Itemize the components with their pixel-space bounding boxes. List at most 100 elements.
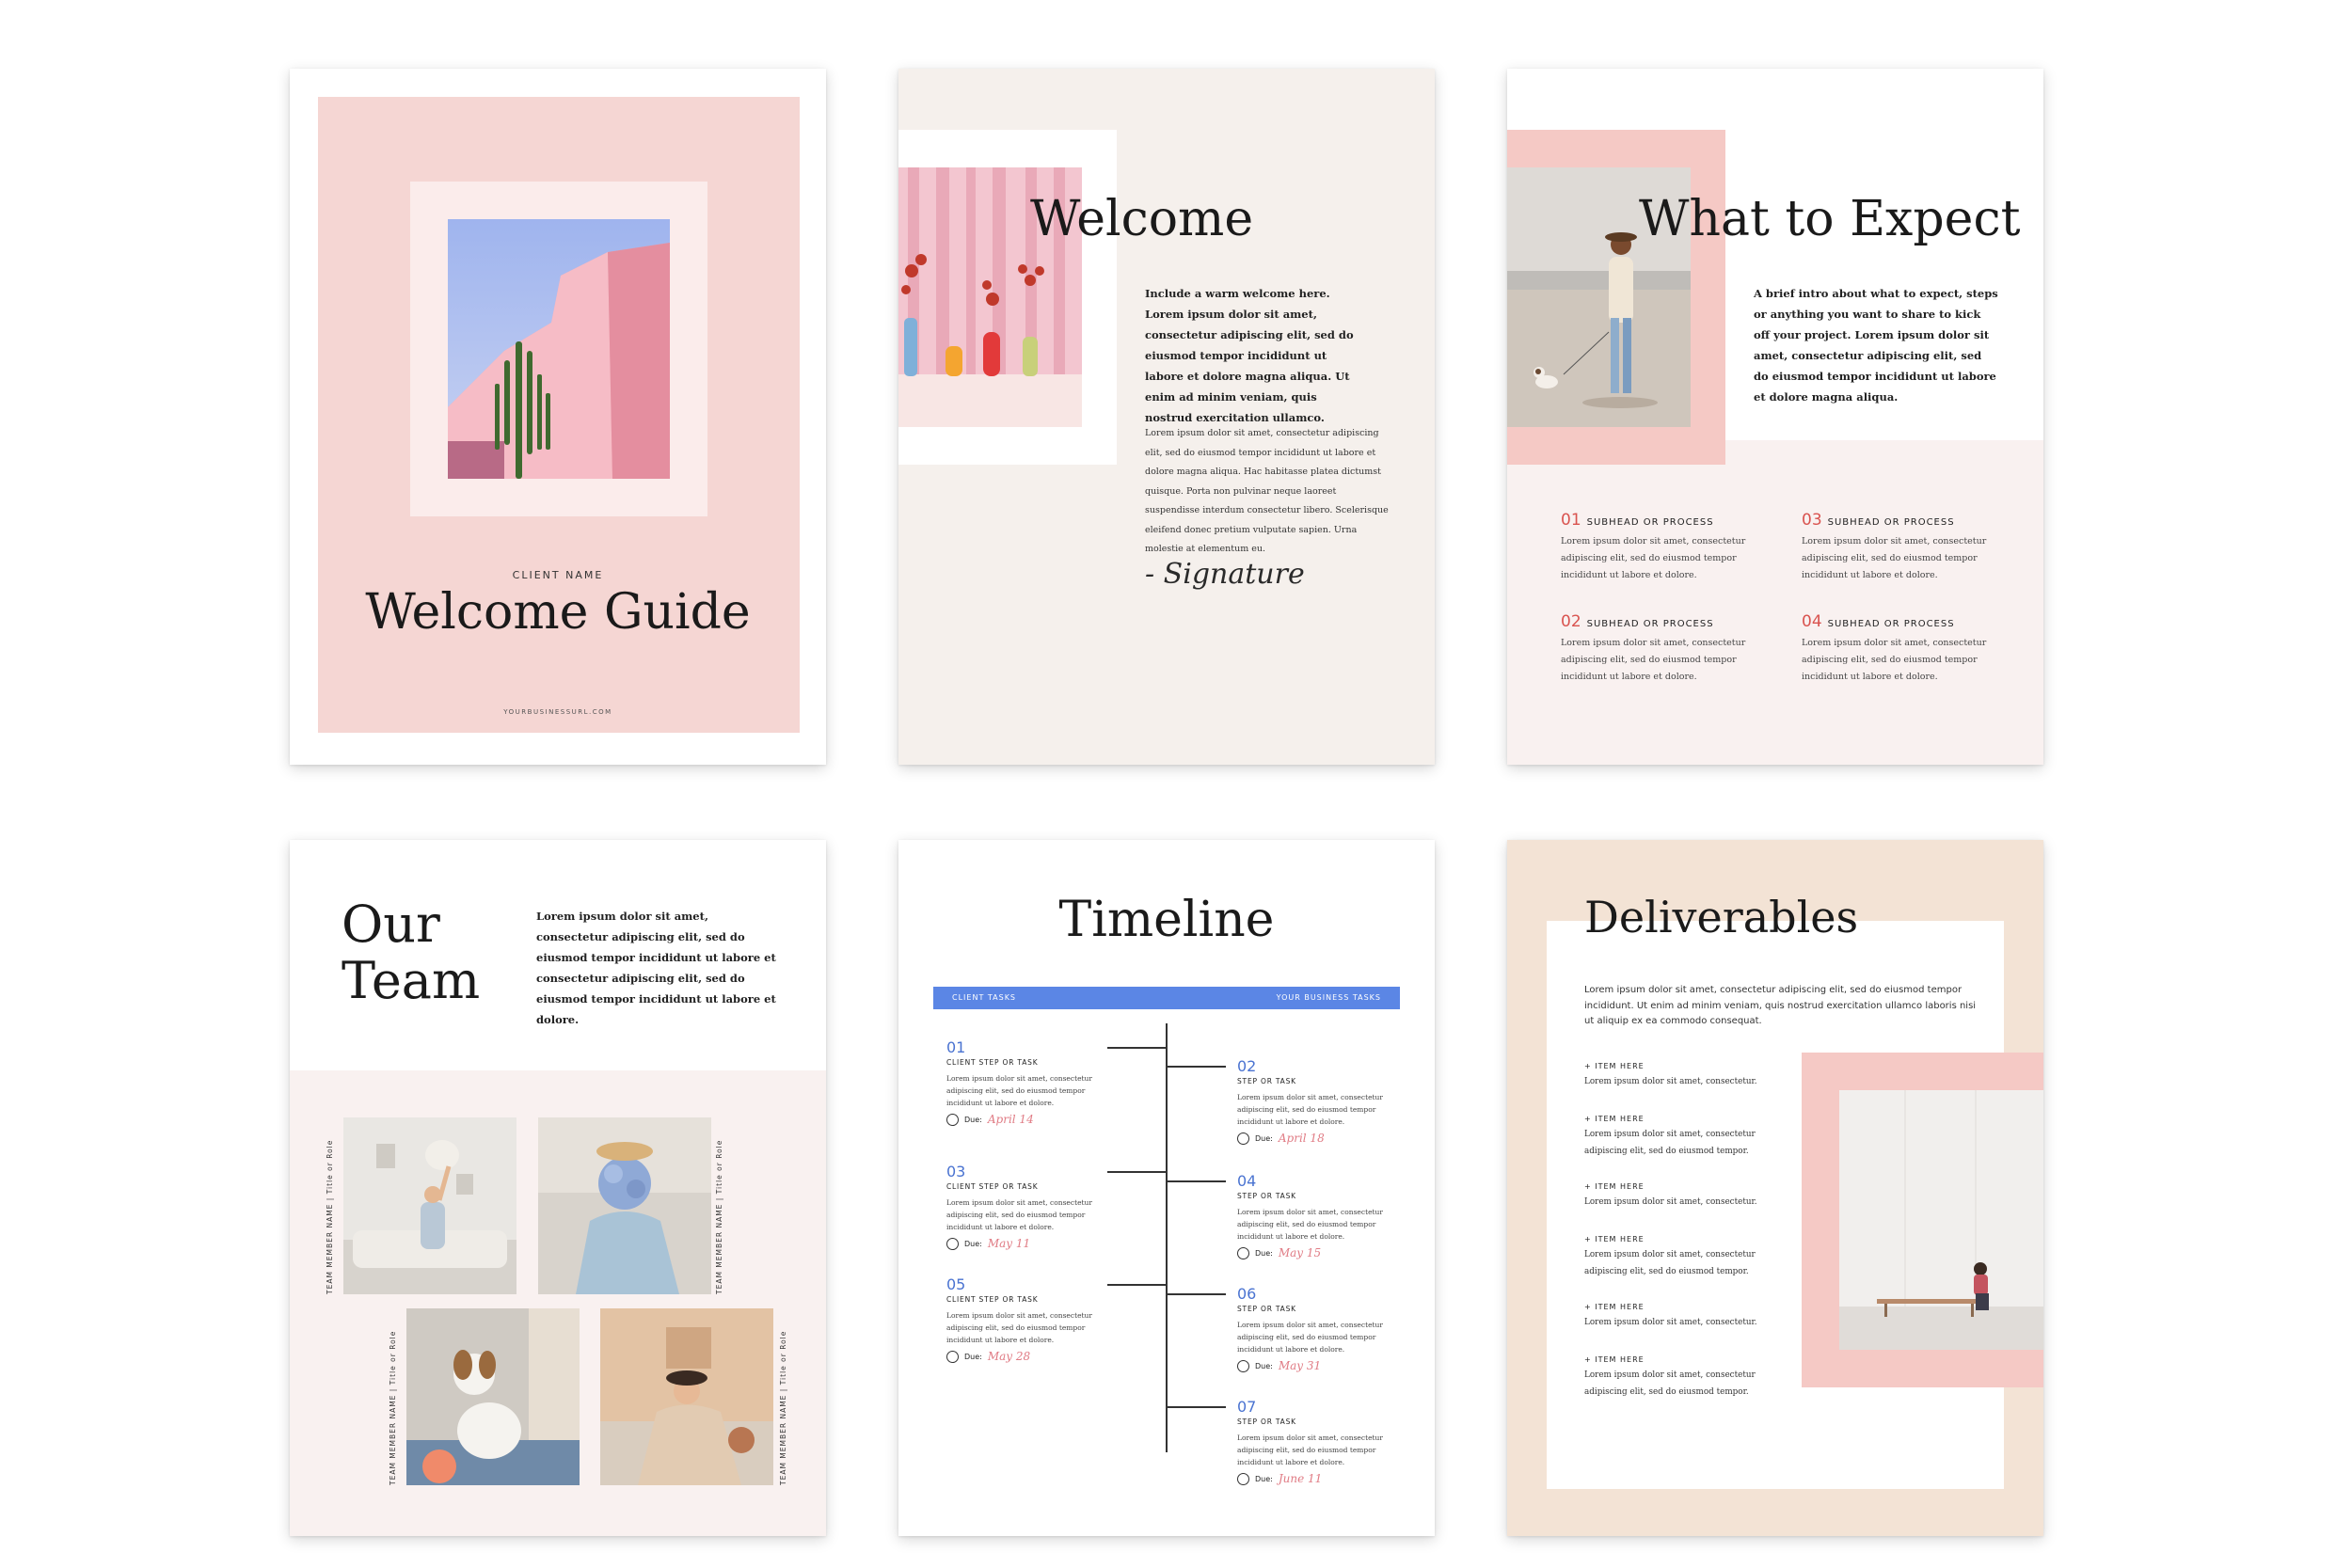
timeline-header-bar: CLIENT TASKS YOUR BUSINESS TASKS [933, 987, 1400, 1009]
task-due: Due: April 14 [946, 1113, 1116, 1126]
item-head: + ITEM HERE [1584, 1062, 1645, 1070]
task-checkbox[interactable] [946, 1237, 959, 1250]
task-checkbox[interactable] [1237, 1472, 1249, 1485]
task-head: STEP OR TASK [1237, 1192, 1296, 1200]
welcome-title: Welcome [1030, 191, 1254, 247]
our-team-page: Our Team Lorem ipsum dolor sit amet, con… [290, 840, 826, 1536]
task-checkbox[interactable] [1237, 1246, 1249, 1259]
item-head: + ITEM HERE [1584, 1355, 1645, 1364]
deliverable-item-2: + ITEM HERE Lorem ipsum dolor sit amet, … [1584, 1115, 1791, 1160]
timeline-title: Timeline [1058, 892, 1275, 948]
due-label: Due: [964, 1115, 982, 1124]
task-number: 04 [1237, 1172, 1257, 1190]
deliverable-item-6: + ITEM HERE Lorem ipsum dolor sit amet, … [1584, 1355, 1791, 1401]
team-title: Our Team [342, 896, 511, 1009]
item-head: + ITEM HERE [1584, 1182, 1645, 1191]
deliverables-intro: Lorem ipsum dolor sit amet, consectetur … [1584, 985, 1977, 1026]
team-title-line1: Our [342, 895, 440, 954]
team-member-label-1: TEAM MEMBER NAME | Title or Role [326, 1139, 334, 1294]
timeline-task-01: 01 CLIENT STEP OR TASK Lorem ipsum dolor… [946, 1039, 1116, 1126]
welcome-body: Lorem ipsum dolor sit amet, consectetur … [1145, 428, 1389, 554]
due-date: May 11 [987, 1237, 1031, 1250]
task-text: Lorem ipsum dolor sit amet, consectetur … [946, 1074, 1092, 1107]
cover-title: Welcome Guide [365, 584, 751, 641]
item-head: + ITEM HERE [1584, 1115, 1645, 1123]
deliverable-item-3: + ITEM HERE Lorem ipsum dolor sit amet, … [1584, 1182, 1791, 1212]
step-text: Lorem ipsum dolor sit amet, consectetur … [1561, 638, 1746, 682]
cover-page: CLIENT NAME Welcome Guide YOURBUSINESSUR… [290, 69, 826, 765]
step-head: SUBHEAD OR PROCESS [1827, 619, 1955, 629]
timeline-page: Timeline CLIENT TASKS YOUR BUSINESS TASK… [898, 840, 1435, 1536]
connector-06 [1168, 1293, 1226, 1295]
task-text: Lorem ipsum dolor sit amet, consectetur … [1237, 1321, 1383, 1354]
task-due: Due: May 31 [1237, 1359, 1406, 1372]
task-checkbox[interactable] [1237, 1132, 1249, 1145]
welcome-intro: Include a warm welcome here. Lorem ipsum… [1145, 287, 1354, 424]
expect-step-04: 04 SUBHEAD OR PROCESS Lorem ipsum dolor s… [1802, 612, 2009, 686]
due-label: Due: [1255, 1133, 1273, 1143]
connector-05 [1107, 1284, 1166, 1286]
connector-07 [1168, 1406, 1226, 1408]
task-head: STEP OR TASK [1237, 1305, 1296, 1313]
step-head: SUBHEAD OR PROCESS [1586, 517, 1714, 528]
task-checkbox[interactable] [946, 1113, 959, 1126]
task-checkbox[interactable] [946, 1350, 959, 1363]
deliverable-item-5: + ITEM HERE Lorem ipsum dolor sit amet, … [1584, 1303, 1791, 1332]
due-label: Due: [1255, 1474, 1273, 1483]
due-date: June 11 [1278, 1472, 1323, 1485]
task-head: STEP OR TASK [1237, 1077, 1296, 1085]
expect-step-03: 03 SUBHEAD OR PROCESS Lorem ipsum dolor s… [1802, 511, 2009, 584]
expect-intro: A brief intro about what to expect, step… [1754, 287, 1998, 404]
due-date: May 28 [987, 1350, 1031, 1363]
cover-url: YOURBUSINESSURL.COM [503, 708, 612, 716]
item-head: + ITEM HERE [1584, 1235, 1645, 1243]
task-head: CLIENT STEP OR TASK [946, 1058, 1039, 1067]
item-text: Lorem ipsum dolor sit amet, consectetur … [1584, 1370, 1756, 1397]
cover-photo-cactus [448, 219, 670, 479]
step-text: Lorem ipsum dolor sit amet, consectetur … [1561, 536, 1746, 580]
team-title-line2: Team [342, 951, 481, 1010]
task-text: Lorem ipsum dolor sit amet, consectetur … [1237, 1093, 1383, 1126]
due-label: Due: [964, 1352, 982, 1361]
task-head: CLIENT STEP OR TASK [946, 1295, 1039, 1304]
task-text: Lorem ipsum dolor sit amet, consectetur … [1237, 1208, 1383, 1241]
due-date: April 18 [1278, 1132, 1325, 1145]
welcome-page: Welcome Include a warm welcome here. Lor… [898, 69, 1435, 765]
due-date: May 31 [1278, 1359, 1322, 1372]
task-due: Due: May 15 [1237, 1246, 1406, 1259]
step-text: Lorem ipsum dolor sit amet, consectetur … [1802, 536, 1987, 580]
team-intro: Lorem ipsum dolor sit amet, consectetur … [536, 910, 776, 1026]
connector-04 [1168, 1180, 1226, 1182]
task-checkbox[interactable] [1237, 1359, 1249, 1372]
what-to-expect-page: What to Expect A brief intro about what … [1507, 69, 2043, 765]
task-number: 05 [946, 1275, 966, 1293]
due-date: May 15 [1278, 1246, 1322, 1259]
task-text: Lorem ipsum dolor sit amet, consectetur … [946, 1198, 1092, 1231]
timeline-axis [1166, 1023, 1168, 1452]
due-label: Due: [1255, 1361, 1273, 1370]
task-due: Due: May 28 [946, 1350, 1116, 1363]
client-tasks-header: CLIENT TASKS [952, 993, 1017, 1002]
timeline-task-03: 03 CLIENT STEP OR TASK Lorem ipsum dolor… [946, 1164, 1116, 1250]
deliverables-photo-gallery [1839, 1090, 2043, 1350]
item-text: Lorem ipsum dolor sit amet, consectetur … [1584, 1250, 1756, 1276]
connector-02 [1168, 1066, 1226, 1068]
task-number: 03 [946, 1163, 966, 1180]
task-due: Due: April 18 [1237, 1132, 1406, 1145]
item-text: Lorem ipsum dolor sit amet, consectetur. [1584, 1077, 1757, 1086]
step-number: 01 [1561, 511, 1581, 530]
timeline-task-07: 07 STEP OR TASK Lorem ipsum dolor sit am… [1237, 1399, 1406, 1485]
step-number: 04 [1802, 612, 1822, 631]
item-text: Lorem ipsum dolor sit amet, consectetur … [1584, 1130, 1756, 1156]
client-name-label: CLIENT NAME [512, 569, 604, 581]
deliverables-page: Deliverables Lorem ipsum dolor sit amet,… [1507, 840, 2043, 1536]
task-due: Due: May 11 [946, 1237, 1116, 1250]
timeline-task-04: 04 STEP OR TASK Lorem ipsum dolor sit am… [1237, 1173, 1406, 1259]
timeline-task-05: 05 CLIENT STEP OR TASK Lorem ipsum dolor… [946, 1276, 1116, 1363]
due-label: Due: [964, 1239, 982, 1248]
task-head: CLIENT STEP OR TASK [946, 1182, 1039, 1191]
task-text: Lorem ipsum dolor sit amet, consectetur … [946, 1311, 1092, 1344]
step-text: Lorem ipsum dolor sit amet, consectetur … [1802, 638, 1987, 682]
step-head: SUBHEAD OR PROCESS [1586, 619, 1714, 629]
task-number: 01 [946, 1038, 966, 1056]
